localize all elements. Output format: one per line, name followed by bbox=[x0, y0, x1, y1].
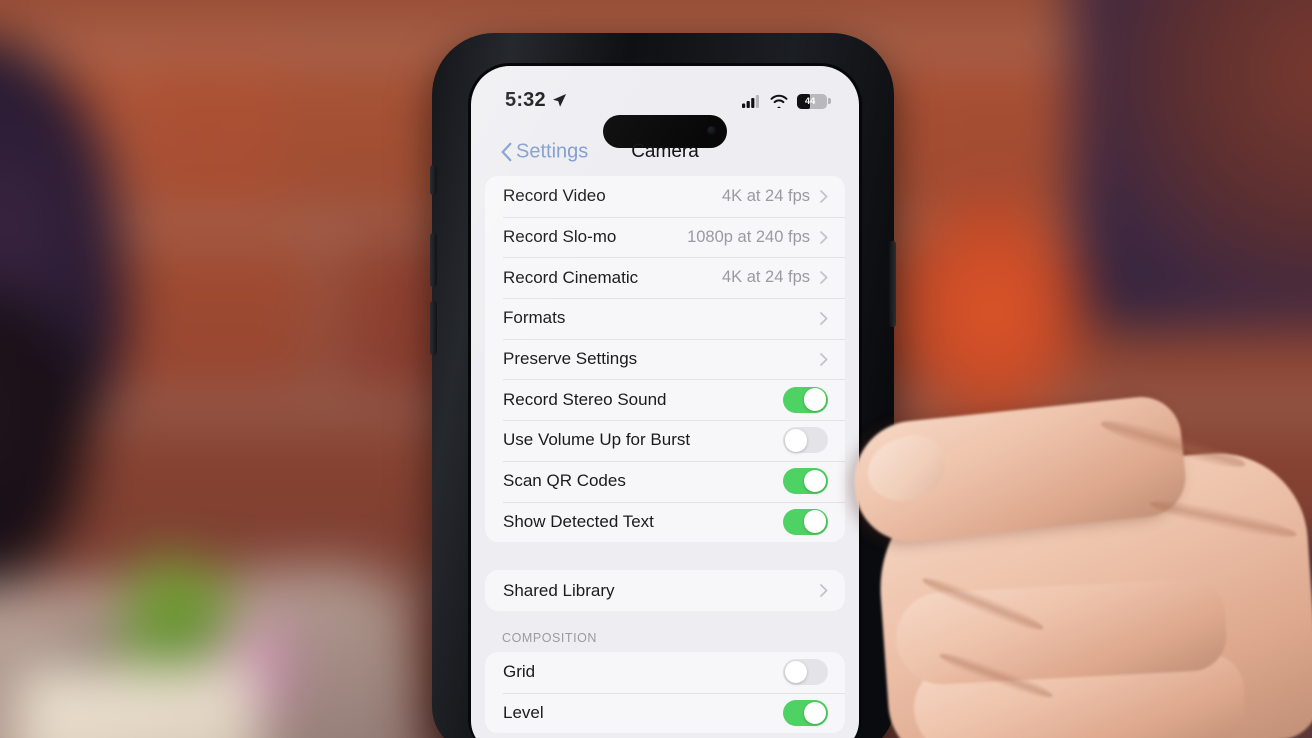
settings-row-accessory bbox=[820, 312, 828, 325]
settings-row[interactable]: Formats bbox=[485, 298, 845, 339]
page-title: Camera bbox=[631, 141, 699, 162]
settings-row[interactable]: Grid bbox=[485, 652, 845, 693]
power-button[interactable] bbox=[889, 241, 896, 327]
settings-row-accessory: 4K at 24 fps bbox=[722, 187, 828, 206]
settings-row[interactable]: Record Video 4K at 24 fps bbox=[485, 176, 845, 217]
section-header: COMPOSITION bbox=[502, 630, 597, 645]
settings-row-label: Grid bbox=[503, 662, 536, 682]
settings-row-label: Preserve Settings bbox=[503, 349, 638, 369]
toggle-switch[interactable] bbox=[783, 659, 828, 686]
navigation-bar: Settings Camera bbox=[471, 128, 859, 176]
chevron-right-icon bbox=[820, 312, 828, 325]
settings-row[interactable]: Record Stereo Sound bbox=[485, 379, 845, 420]
toggle-switch[interactable] bbox=[783, 468, 828, 495]
toggle-knob bbox=[784, 660, 808, 684]
iphone-device: 5:32 44 Settings Camera Record Video 4K … bbox=[430, 33, 896, 738]
battery-percent-label: 44 bbox=[804, 95, 816, 107]
settings-row-accessory bbox=[820, 584, 828, 597]
battery-indicator: 44 bbox=[797, 93, 831, 109]
chevron-right-icon bbox=[820, 352, 828, 366]
settings-row-accessory bbox=[820, 352, 828, 366]
photo-scene: 5:32 44 Settings Camera Record Video 4K … bbox=[0, 0, 1312, 738]
chevron-left-icon bbox=[501, 142, 512, 162]
back-button-label: Settings bbox=[516, 140, 589, 163]
settings-row-label: Record Slo-mo bbox=[503, 227, 617, 247]
plant-pot bbox=[15, 663, 260, 738]
settings-row-accessory bbox=[783, 699, 828, 726]
settings-row[interactable]: Scan QR Codes bbox=[485, 460, 845, 502]
settings-group: Grid Level bbox=[485, 651, 845, 734]
location-arrow-icon bbox=[552, 93, 566, 107]
phone-screen: 5:32 44 Settings Camera Record Video 4K … bbox=[471, 66, 859, 738]
background-orange-object bbox=[892, 190, 1092, 430]
toggle-knob bbox=[784, 429, 808, 452]
settings-row-value: 4K at 24 fps bbox=[721, 268, 810, 287]
toggle-switch[interactable] bbox=[783, 427, 828, 454]
action-button[interactable] bbox=[430, 165, 437, 195]
settings-row-label: Scan QR Codes bbox=[503, 471, 626, 491]
settings-row[interactable]: Record Slo-mo 1080p at 240 fps bbox=[485, 216, 845, 258]
settings-row-label: Record Cinematic bbox=[503, 267, 639, 287]
phone-bezel: 5:32 44 Settings Camera Record Video 4K … bbox=[468, 63, 862, 738]
settings-row-label: Record Stereo Sound bbox=[503, 389, 667, 409]
settings-row-label: Level bbox=[503, 702, 544, 722]
settings-row-accessory: 1080p at 240 fps bbox=[687, 228, 828, 247]
toggle-switch[interactable] bbox=[783, 699, 828, 726]
toggle-switch[interactable] bbox=[783, 508, 828, 535]
back-button[interactable]: Settings bbox=[501, 141, 588, 164]
settings-row[interactable]: Record Cinematic 4K at 24 fps bbox=[485, 257, 845, 298]
chevron-right-icon bbox=[820, 189, 828, 203]
settings-row-value: 4K at 24 fps bbox=[721, 186, 810, 205]
settings-row-accessory bbox=[783, 427, 828, 454]
settings-row-accessory bbox=[783, 508, 828, 535]
settings-row-label: Formats bbox=[503, 308, 566, 328]
settings-row-value: 1080p at 240 fps bbox=[687, 227, 810, 246]
background-shadow-lower-right bbox=[1002, 548, 1312, 738]
settings-row[interactable]: Preserve Settings bbox=[485, 338, 845, 380]
settings-row-accessory bbox=[783, 468, 828, 495]
settings-row[interactable]: Shared Library bbox=[485, 570, 845, 611]
settings-group: Record Video 4K at 24 fps Record Slo-mo 108… bbox=[485, 176, 845, 543]
chevron-right-icon bbox=[820, 230, 828, 244]
brick-joint bbox=[320, 220, 333, 402]
settings-row-accessory bbox=[783, 386, 828, 413]
volume-up-button[interactable] bbox=[430, 233, 437, 287]
chevron-right-icon bbox=[820, 271, 828, 285]
volume-down-button[interactable] bbox=[430, 301, 437, 355]
toggle-knob bbox=[803, 469, 827, 493]
toggle-knob bbox=[803, 388, 827, 411]
settings-group: Shared Library bbox=[485, 570, 845, 611]
toggle-knob bbox=[803, 510, 827, 533]
cellular-signal-icon bbox=[742, 95, 759, 108]
settings-row-label: Record Video bbox=[503, 186, 606, 206]
wifi-icon bbox=[770, 94, 788, 108]
settings-row-label: Use Volume Up for Burst bbox=[503, 430, 691, 450]
settings-row-accessory: 4K at 24 fps bbox=[722, 268, 828, 287]
settings-row-accessory bbox=[783, 659, 828, 686]
chevron-right-icon bbox=[820, 584, 828, 597]
status-bar-right: 44 bbox=[742, 86, 831, 109]
settings-row[interactable]: Show Detected Text bbox=[485, 501, 845, 543]
toggle-knob bbox=[803, 701, 827, 724]
toggle-switch[interactable] bbox=[783, 386, 828, 413]
settings-row[interactable]: Level bbox=[485, 692, 845, 734]
battery-tip bbox=[827, 98, 831, 104]
settings-row-label: Show Detected Text bbox=[503, 511, 654, 531]
settings-row[interactable]: Use Volume Up for Burst bbox=[485, 420, 845, 461]
status-bar-left: 5:32 bbox=[505, 83, 567, 112]
clock-label: 5:32 bbox=[505, 88, 546, 111]
settings-row-label: Shared Library bbox=[503, 580, 615, 600]
settings-list[interactable]: Record Video 4K at 24 fps Record Slo-mo 108… bbox=[471, 176, 859, 738]
background-shadow-right bbox=[1072, 0, 1312, 330]
